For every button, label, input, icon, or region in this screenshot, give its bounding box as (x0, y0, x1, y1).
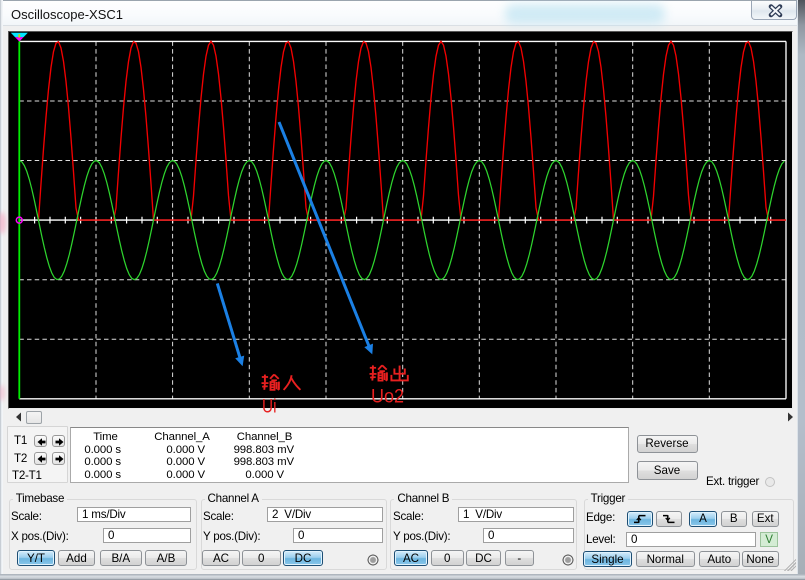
svg-text:Uo2: Uo2 (371, 387, 404, 408)
svg-text:Ui: Ui (262, 396, 277, 417)
